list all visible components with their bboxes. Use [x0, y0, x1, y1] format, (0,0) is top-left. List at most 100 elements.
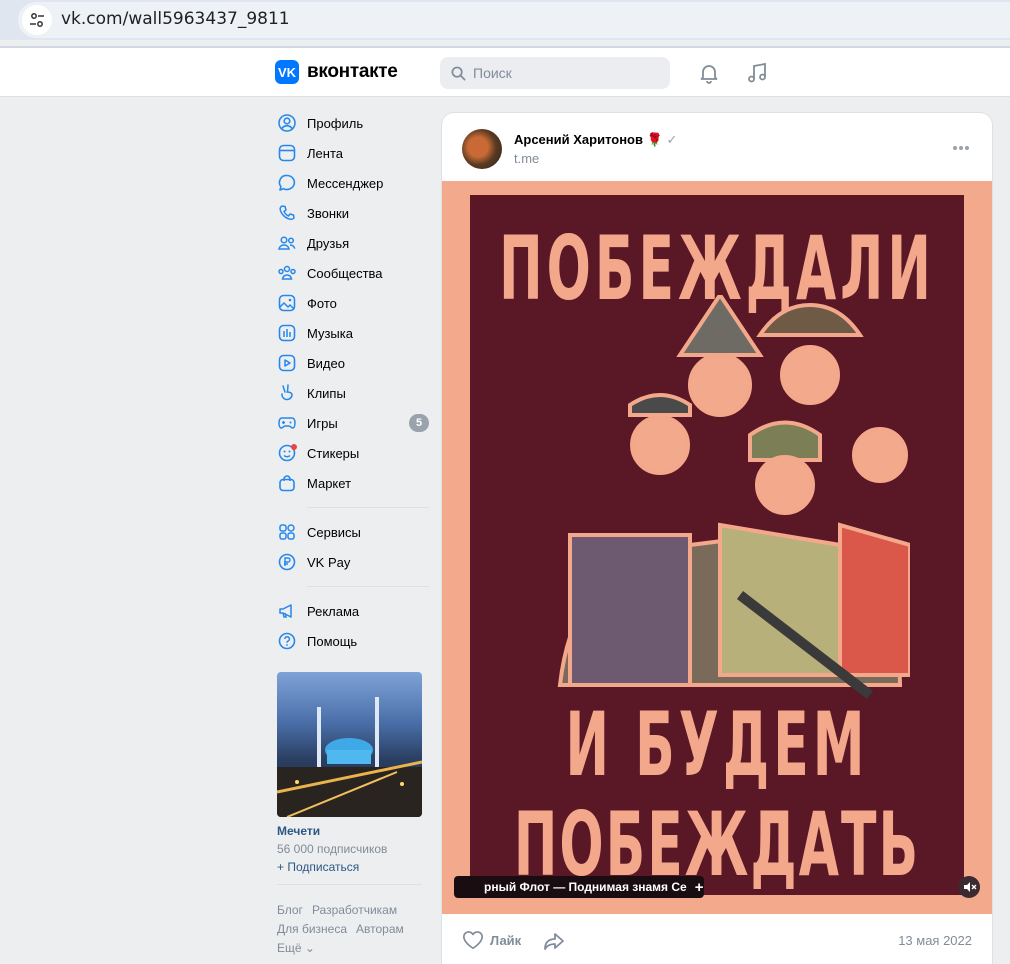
- menu-divider: [307, 507, 429, 508]
- more-options-icon[interactable]: [952, 145, 970, 151]
- menu-item-stickers[interactable]: Стикеры: [277, 438, 429, 468]
- menu-item-label: Сообщества: [307, 265, 383, 281]
- photo-icon: [277, 293, 297, 313]
- menu-item-feed[interactable]: Лента: [277, 138, 429, 168]
- like-button[interactable]: Лайк: [462, 930, 521, 950]
- heart-icon: [463, 931, 483, 949]
- post-date[interactable]: 13 мая 2022: [898, 933, 972, 948]
- menu-item-label: VK Pay: [307, 554, 351, 570]
- vk-logo-mark: VK: [275, 60, 299, 84]
- menu-item-label: Реклама: [307, 603, 360, 619]
- menu-item-profile[interactable]: Профиль: [277, 108, 429, 138]
- menu-item-vkpay[interactable]: VK Pay: [277, 547, 429, 577]
- post-actions: Лайк 13 мая 2022: [442, 914, 992, 964]
- post-source[interactable]: t.me: [514, 151, 539, 166]
- vk-logo-text: вконтакте: [307, 61, 398, 82]
- music-icon: [277, 323, 297, 343]
- menu-item-photo[interactable]: Фото: [277, 288, 429, 318]
- menu-item-label: Звонки: [307, 205, 349, 221]
- menu-divider: [307, 586, 429, 587]
- search-icon: [451, 66, 466, 80]
- poster-background: ПОБЕЖДАЛИ И БУДЕМ ПОБЕЖДАТЬ: [470, 195, 964, 897]
- verified-check-icon: ✓: [666, 132, 678, 147]
- menu-item-services[interactable]: Сервисы: [277, 517, 429, 547]
- games-count-badge: 5: [409, 414, 429, 432]
- menu-item-label: Друзья: [307, 235, 350, 251]
- notifications-bell-icon[interactable]: [697, 61, 721, 85]
- community-name[interactable]: Мечети: [277, 824, 422, 838]
- track-title: рный Флот — Поднимая знамя Се: [484, 880, 687, 894]
- search-placeholder: Поиск: [473, 65, 512, 81]
- vk-logo[interactable]: VK вконтакте: [275, 60, 398, 84]
- menu-item-help[interactable]: Помощь: [277, 626, 429, 656]
- post-image[interactable]: ПОБЕЖДАЛИ И БУДЕМ ПОБЕЖДАТЬ рный Флот — …: [442, 181, 992, 914]
- menu-item-clips[interactable]: Клипы: [277, 378, 429, 408]
- audio-player-pill[interactable]: рный Флот — Поднимая знамя Се +: [454, 876, 704, 898]
- music-note-icon[interactable]: [745, 61, 769, 85]
- footer-link-more[interactable]: Ещё ⌄: [277, 941, 315, 955]
- community-promo: Мечети 56 000 подписчиков + Подписаться: [277, 672, 422, 874]
- footer-link-blog[interactable]: Блог: [277, 903, 303, 917]
- post-author-name[interactable]: Арсений Харитонов 🌹 ✓: [514, 132, 677, 148]
- left-navigation: Профиль Лента Мессенджер Звонки Друзья С…: [277, 108, 429, 656]
- menu-item-communities[interactable]: Сообщества: [277, 258, 429, 288]
- rose-emoji-icon: 🌹: [646, 132, 663, 147]
- community-subscribers: 56 000 подписчиков: [277, 842, 388, 856]
- menu-item-label: Музыка: [307, 325, 353, 341]
- add-track-icon[interactable]: +: [695, 879, 704, 896]
- menu-item-label: Игры: [307, 415, 338, 431]
- subscribe-link[interactable]: + Подписаться: [277, 860, 422, 874]
- menu-item-messenger[interactable]: Мессенджер: [277, 168, 429, 198]
- soldiers-illustration: [557, 295, 910, 699]
- footer-links: Блог Разработчикам Для бизнеса Авторам Ещё…: [277, 884, 422, 958]
- market-icon: [277, 473, 297, 493]
- poster-headline-middle: И БУДЕМ: [565, 695, 869, 797]
- messenger-icon: [277, 173, 297, 193]
- ads-icon: [277, 601, 297, 621]
- new-indicator-dot: [291, 444, 297, 450]
- like-label: Лайк: [490, 932, 522, 948]
- menu-item-friends[interactable]: Друзья: [277, 228, 429, 258]
- menu-item-label: Помощь: [307, 633, 358, 649]
- menu-item-label: Профиль: [307, 115, 364, 131]
- footer-link-developers[interactable]: Разработчикам: [312, 903, 397, 917]
- footer-link-business[interactable]: Для бизнеса: [277, 922, 347, 936]
- services-icon: [277, 522, 297, 542]
- menu-item-label: Маркет: [307, 475, 352, 491]
- wall-post: Арсений Харитонов 🌹 ✓ t.me ПОБЕЖДАЛИ И Б…: [442, 113, 992, 964]
- menu-item-calls[interactable]: Звонки: [277, 198, 429, 228]
- communities-icon: [277, 263, 297, 283]
- menu-item-label: Видео: [307, 355, 345, 371]
- menu-item-label: Сервисы: [307, 524, 361, 540]
- menu-item-market[interactable]: Маркет: [277, 468, 429, 498]
- menu-item-label: Клипы: [307, 385, 346, 401]
- games-icon: [277, 413, 297, 433]
- menu-item-label: Фото: [307, 295, 337, 311]
- footer-link-authors[interactable]: Авторам: [356, 922, 404, 936]
- menu-item-label: Мессенджер: [307, 175, 384, 191]
- author-name-text: Арсений Харитонов: [514, 132, 643, 147]
- vkpay-icon: [277, 552, 297, 572]
- profile-icon: [277, 113, 297, 133]
- author-avatar[interactable]: [462, 129, 502, 169]
- friends-icon: [277, 233, 297, 253]
- mosque-photo[interactable]: [277, 672, 422, 817]
- site-header: VK вконтакте Поиск: [0, 48, 1010, 97]
- menu-item-games[interactable]: Игры 5: [277, 408, 429, 438]
- video-icon: [277, 353, 297, 373]
- menu-item-label: Стикеры: [307, 445, 360, 461]
- url-text[interactable]: vk.com/wall5963437_9811: [61, 9, 290, 29]
- site-settings-icon[interactable]: [22, 5, 52, 35]
- phone-icon: [277, 203, 297, 223]
- feed-icon: [277, 143, 297, 163]
- menu-item-video[interactable]: Видео: [277, 348, 429, 378]
- menu-item-label: Лента: [307, 145, 343, 161]
- clips-icon: [277, 383, 297, 403]
- search-input[interactable]: Поиск: [440, 57, 670, 89]
- browser-address-bar: vk.com/wall5963437_9811: [0, 0, 1010, 48]
- share-icon[interactable]: [542, 930, 566, 952]
- help-icon: [277, 631, 297, 651]
- menu-item-music[interactable]: Музыка: [277, 318, 429, 348]
- menu-item-ads[interactable]: Реклама: [277, 596, 429, 626]
- mute-sound-icon[interactable]: [958, 876, 980, 898]
